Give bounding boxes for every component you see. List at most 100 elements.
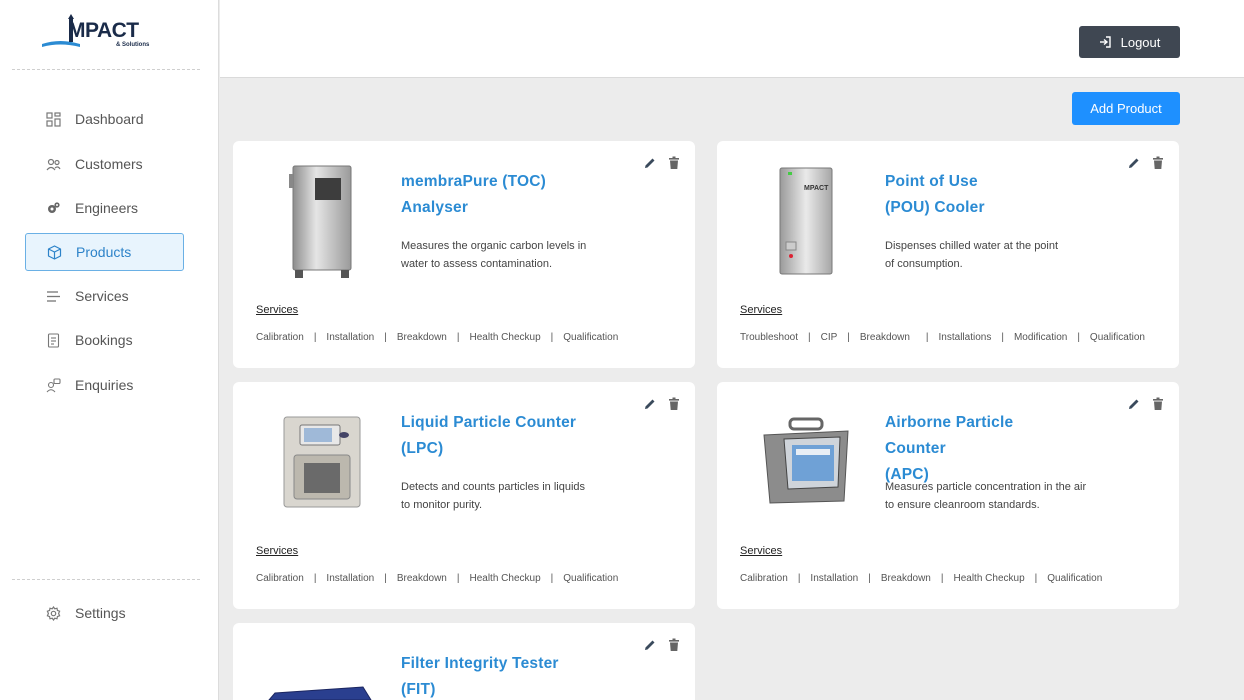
- services-list: Calibration | Installation | Breakdown | He…: [740, 573, 1103, 584]
- product-image: [267, 673, 377, 700]
- list-icon: [45, 288, 61, 304]
- top-header: Logout: [220, 0, 1244, 78]
- product-title[interactable]: Liquid Particle Counter (LPC): [401, 410, 591, 462]
- title-line: Airborne Particle Counter: [885, 414, 1014, 457]
- desc-line: Measures particle concentration in the a…: [885, 481, 1087, 493]
- trash-icon[interactable]: [667, 638, 681, 652]
- service-tag: Breakdown: [396, 332, 447, 343]
- product-description: Dispenses chilled water at the point of c…: [885, 237, 1105, 273]
- sidebar-item-label: Products: [76, 244, 132, 260]
- product-description: Detects and counts particles in liquids t…: [401, 478, 621, 514]
- desc-line: to ensure cleanroom standards.: [885, 499, 1040, 511]
- trash-icon[interactable]: [667, 397, 681, 411]
- services-heading[interactable]: Services: [740, 304, 782, 316]
- users-icon: [45, 156, 61, 172]
- service-tag: Qualification: [1047, 573, 1103, 584]
- service-tag: Health Checkup: [953, 573, 1025, 584]
- trash-icon[interactable]: [667, 156, 681, 170]
- desc-line: Measures the organic carbon levels in: [401, 240, 587, 252]
- sidebar-item-products[interactable]: Products: [25, 233, 184, 271]
- service-tag: Installation: [810, 573, 859, 584]
- sidebar-item-enquiries[interactable]: Enquiries: [25, 366, 184, 404]
- service-tag: Breakdown: [396, 573, 447, 584]
- title-line: (LPC): [401, 440, 444, 457]
- divider: [12, 69, 200, 70]
- title-line: (POU) Cooler: [885, 199, 985, 216]
- pencil-icon[interactable]: [1127, 156, 1141, 170]
- service-tag: Calibration: [740, 573, 788, 584]
- sidebar-item-label: Customers: [75, 156, 143, 172]
- pencil-icon[interactable]: [1127, 397, 1141, 411]
- title-line: Liquid Particle Counter: [401, 414, 577, 431]
- sidebar-item-label: Bookings: [75, 332, 133, 348]
- service-tag: Troubleshoot: [740, 332, 798, 343]
- desc-line: of consumption.: [885, 258, 963, 270]
- logout-icon: [1099, 36, 1111, 48]
- sidebar-item-label: Settings: [75, 605, 126, 621]
- services-list: Troubleshoot | CIP | Breakdown | Installati…: [740, 332, 1145, 343]
- service-tag: Qualification: [1089, 332, 1145, 343]
- service-tag: Breakdown: [859, 332, 910, 343]
- service-tag: Modification: [1013, 332, 1068, 343]
- product-title[interactable]: membraPure (TOC) Analyser: [401, 169, 591, 221]
- services-list: Calibration | Installation | Breakdown | He…: [256, 332, 619, 343]
- service-tag: Installations: [938, 332, 992, 343]
- product-card: MPACT Point of Use (POU) Cooler Dispenses…: [717, 141, 1179, 368]
- desc-line: to monitor purity.: [401, 499, 483, 511]
- services-heading[interactable]: Services: [256, 545, 298, 557]
- services-heading[interactable]: Services: [740, 545, 782, 557]
- product-title[interactable]: Airborne Particle Counter (APC): [885, 410, 1075, 488]
- sidebar-item-bookings[interactable]: Bookings: [25, 321, 184, 359]
- product-image: MPACT: [751, 163, 861, 281]
- document-icon: [45, 332, 61, 348]
- sidebar-item-label: Enquiries: [75, 377, 134, 393]
- service-tag: Installation: [326, 332, 375, 343]
- svg-text:MPACT: MPACT: [804, 185, 829, 192]
- title-line: Point of Use: [885, 173, 978, 190]
- product-title[interactable]: Filter Integrity Tester (FIT): [401, 651, 591, 700]
- product-card: Liquid Particle Counter (LPC) Detects and…: [233, 382, 695, 609]
- logout-button[interactable]: Logout: [1079, 26, 1180, 58]
- desc-line: Detects and counts particles in liquids: [401, 481, 586, 493]
- product-image: [267, 404, 377, 522]
- sidebar-item-dashboard[interactable]: Dashboard: [25, 100, 184, 138]
- impact-logo[interactable]: MPACT & Solutions: [40, 14, 149, 54]
- service-tag: Calibration: [256, 332, 304, 343]
- trash-icon[interactable]: [1151, 397, 1165, 411]
- brand-name: MPACT: [68, 19, 139, 42]
- sidebar: MPACT & Solutions Dashboard Customers En…: [0, 0, 219, 700]
- add-product-button[interactable]: Add Product: [1072, 92, 1180, 125]
- divider: [12, 579, 200, 580]
- services-heading[interactable]: Services: [256, 304, 298, 316]
- service-tag: Breakdown: [880, 573, 931, 584]
- gears-icon: [45, 200, 61, 216]
- chat-user-icon: [45, 377, 61, 393]
- service-tag: Health Checkup: [469, 573, 541, 584]
- product-card: Airborne Particle Counter (APC) Measures …: [717, 382, 1179, 609]
- sidebar-item-engineers[interactable]: Engineers: [25, 189, 184, 227]
- trash-icon[interactable]: [1151, 156, 1165, 170]
- sidebar-item-customers[interactable]: Customers: [25, 145, 184, 183]
- product-card: Filter Integrity Tester (FIT): [233, 623, 695, 700]
- desc-line: water to assess contamination.: [401, 258, 553, 270]
- grid-icon: [45, 111, 61, 127]
- pencil-icon[interactable]: [643, 638, 657, 652]
- gear-icon: [45, 605, 61, 621]
- pencil-icon[interactable]: [643, 397, 657, 411]
- sidebar-item-label: Services: [75, 288, 129, 304]
- service-tag: Qualification: [563, 573, 619, 584]
- title-line: (FIT): [401, 681, 436, 698]
- title-line: membraPure (TOC): [401, 173, 547, 190]
- product-title[interactable]: Point of Use (POU) Cooler: [885, 169, 1075, 221]
- title-line: Analyser: [401, 199, 469, 216]
- title-line: Filter Integrity Tester: [401, 655, 559, 672]
- service-tag: Calibration: [256, 573, 304, 584]
- product-description: Measures particle concentration in the a…: [885, 478, 1105, 514]
- desc-line: Dispenses chilled water at the point: [885, 240, 1059, 252]
- product-description: Measures the organic carbon levels in wat…: [401, 237, 621, 273]
- product-card: membraPure (TOC) Analyser Measures the or…: [233, 141, 695, 368]
- sidebar-item-services[interactable]: Services: [25, 277, 184, 315]
- pencil-icon[interactable]: [643, 156, 657, 170]
- product-image: [267, 163, 377, 281]
- sidebar-item-settings[interactable]: Settings: [25, 594, 184, 632]
